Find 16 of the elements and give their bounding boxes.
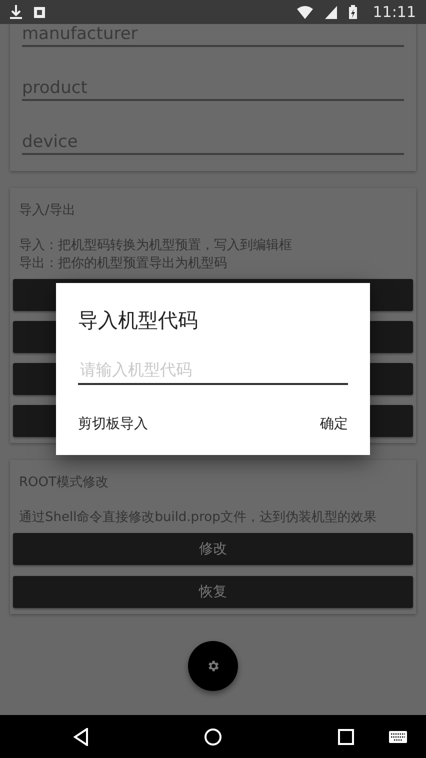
keyboard-icon[interactable] xyxy=(389,730,407,742)
dialog-button[interactable]: 确定 xyxy=(320,415,348,433)
home-icon[interactable] xyxy=(204,728,222,746)
signal-icon xyxy=(324,6,337,18)
back-icon[interactable] xyxy=(73,728,89,746)
action-button[interactable]: 修改 xyxy=(13,533,413,565)
battery-icon xyxy=(348,5,357,19)
settings-fab[interactable] xyxy=(188,641,238,691)
settings-icon xyxy=(206,659,220,673)
dialog-button[interactable]: 剪切板导入 xyxy=(78,415,148,433)
dialog-title: 导入机型代码 xyxy=(78,307,198,334)
status-time: 11:11 xyxy=(372,3,416,21)
action-button[interactable]: 恢复 xyxy=(13,576,413,608)
download-icon xyxy=(10,5,22,19)
wifi-icon xyxy=(296,6,313,18)
recents-icon[interactable] xyxy=(338,728,354,744)
